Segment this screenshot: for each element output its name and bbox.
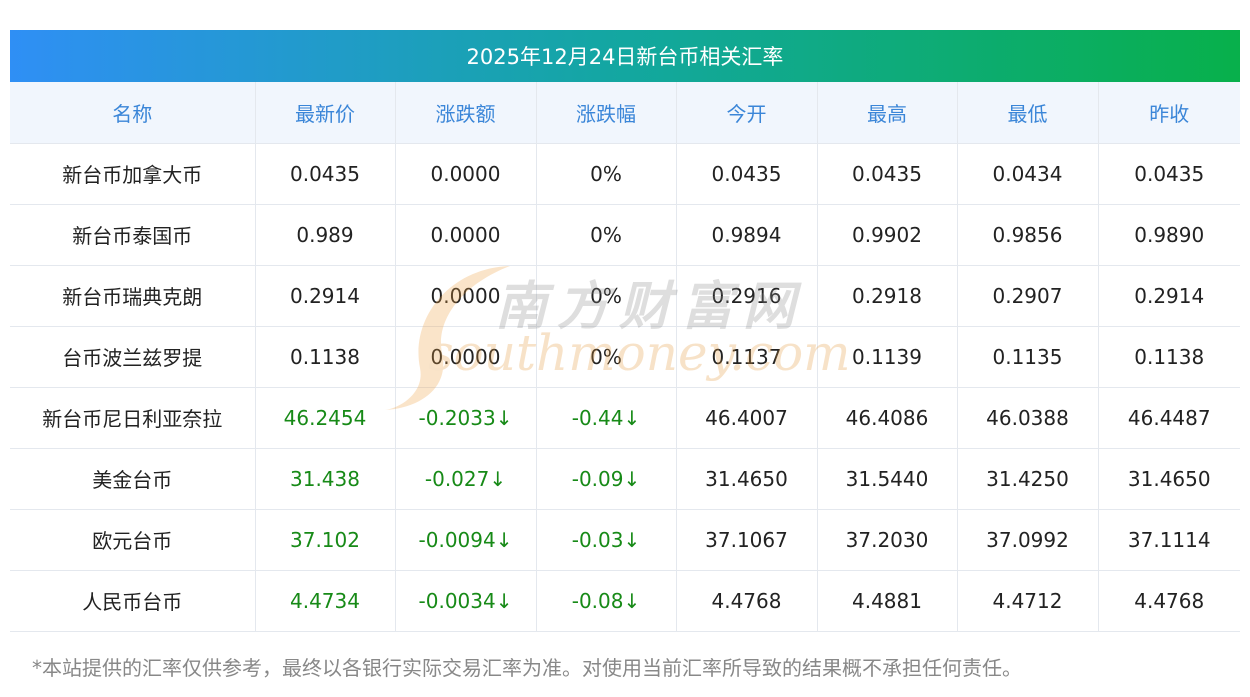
- cell-name: 新台币加拿大币: [10, 143, 255, 205]
- cell-name: 美金台币: [10, 448, 255, 510]
- cell-open: 0.9894: [675, 204, 817, 266]
- header-change-pct: 涨跌幅: [535, 82, 676, 144]
- cell-high: 31.5440: [816, 448, 957, 510]
- header-row: 名称 最新价 涨跌额 涨跌幅 今开 最高 最低 昨收: [10, 82, 1240, 144]
- header-prev-close: 昨收: [1097, 82, 1240, 144]
- cell-pct: 0%: [535, 143, 676, 205]
- table-row: 新台币尼日利亚奈拉 46.2454 -0.2033↓ -0.44↓ 46.4007 46.…: [10, 387, 1240, 449]
- cell-latest: 0.1138: [254, 326, 395, 388]
- table-row: 新台币瑞典克朗 0.2914 0.0000 0% 0.2916 0.2918 0.2907 0…: [10, 265, 1240, 327]
- header-low: 最低: [956, 82, 1098, 144]
- cell-name: 台币波兰兹罗提: [10, 326, 255, 388]
- table-row: 人民币台币 4.4734 -0.0034↓ -0.08↓ 4.4768 4.4881 4.4…: [10, 570, 1240, 632]
- cell-name: 人民币台币: [10, 570, 255, 632]
- cell-change: -0.0094↓: [394, 509, 536, 571]
- cell-name: 新台币尼日利亚奈拉: [10, 387, 255, 449]
- cell-high: 0.2918: [816, 265, 957, 327]
- cell-prev: 0.0435: [1097, 143, 1240, 205]
- cell-low: 37.0992: [956, 509, 1098, 571]
- cell-pct: 0%: [535, 326, 676, 388]
- cell-open: 0.1137: [675, 326, 817, 388]
- cell-low: 46.0388: [956, 387, 1098, 449]
- cell-change: 0.0000: [394, 143, 536, 205]
- cell-latest: 0.0435: [254, 143, 395, 205]
- cell-high: 46.4086: [816, 387, 957, 449]
- cell-change: -0.027↓: [394, 448, 536, 510]
- cell-change: -0.0034↓: [394, 570, 536, 632]
- cell-latest: 0.989: [254, 204, 395, 266]
- cell-latest: 37.102: [254, 509, 395, 571]
- cell-prev: 31.4650: [1097, 448, 1240, 510]
- cell-high: 4.4881: [816, 570, 957, 632]
- header-open: 今开: [675, 82, 817, 144]
- cell-prev: 4.4768: [1097, 570, 1240, 632]
- table-row: 台币波兰兹罗提 0.1138 0.0000 0% 0.1137 0.1139 0.1135 0…: [10, 326, 1240, 388]
- table-row: 欧元台币 37.102 -0.0094↓ -0.03↓ 37.1067 37.2030 37…: [10, 509, 1240, 571]
- cell-high: 0.9902: [816, 204, 957, 266]
- cell-name: 新台币泰国币: [10, 204, 255, 266]
- cell-open: 46.4007: [675, 387, 817, 449]
- cell-open: 0.0435: [675, 143, 817, 205]
- cell-low: 31.4250: [956, 448, 1098, 510]
- cell-low: 0.1135: [956, 326, 1098, 388]
- table-row: 新台币泰国币 0.989 0.0000 0% 0.9894 0.9902 0.9856 0.9…: [10, 204, 1240, 266]
- cell-high: 0.0435: [816, 143, 957, 205]
- cell-prev: 46.4487: [1097, 387, 1240, 449]
- cell-change: 0.0000: [394, 204, 536, 266]
- cell-prev: 37.1114: [1097, 509, 1240, 571]
- cell-pct: 0%: [535, 204, 676, 266]
- cell-change: 0.0000: [394, 326, 536, 388]
- cell-prev: 0.9890: [1097, 204, 1240, 266]
- header-high: 最高: [816, 82, 957, 144]
- table-row: 新台币加拿大币 0.0435 0.0000 0% 0.0435 0.0435 0.0434 0…: [10, 143, 1240, 205]
- exchange-rate-table: 名称 最新价 涨跌额 涨跌幅 今开 最高 最低 昨收 新台币加拿大币 0.0435…: [10, 82, 1240, 632]
- cell-open: 37.1067: [675, 509, 817, 571]
- cell-low: 0.9856: [956, 204, 1098, 266]
- table-row: 美金台币 31.438 -0.027↓ -0.09↓ 31.4650 31.5440 31.…: [10, 448, 1240, 510]
- cell-low: 0.0434: [956, 143, 1098, 205]
- cell-low: 0.2907: [956, 265, 1098, 327]
- cell-pct: -0.08↓: [535, 570, 676, 632]
- cell-pct: -0.09↓: [535, 448, 676, 510]
- cell-pct: -0.44↓: [535, 387, 676, 449]
- cell-pct: 0%: [535, 265, 676, 327]
- cell-high: 0.1139: [816, 326, 957, 388]
- header-name: 名称: [10, 82, 255, 144]
- table-title: 2025年12月24日新台币相关汇率: [10, 30, 1240, 82]
- cell-latest: 46.2454: [254, 387, 395, 449]
- cell-latest: 0.2914: [254, 265, 395, 327]
- cell-change: 0.0000: [394, 265, 536, 327]
- header-latest: 最新价: [254, 82, 395, 144]
- cell-latest: 4.4734: [254, 570, 395, 632]
- cell-open: 4.4768: [675, 570, 817, 632]
- cell-prev: 0.2914: [1097, 265, 1240, 327]
- header-change: 涨跌额: [394, 82, 536, 144]
- cell-latest: 31.438: [254, 448, 395, 510]
- cell-pct: -0.03↓: [535, 509, 676, 571]
- cell-change: -0.2033↓: [394, 387, 536, 449]
- disclaimer-note: *本站提供的汇率仅供参考，最终以各银行实际交易汇率为准。对使用当前汇率所导致的结…: [32, 656, 1022, 680]
- cell-low: 4.4712: [956, 570, 1098, 632]
- cell-name: 新台币瑞典克朗: [10, 265, 255, 327]
- rate-table-container: 2025年12月24日新台币相关汇率 名称 最新价 涨跌额 涨跌幅 今开 最高 …: [10, 30, 1240, 632]
- cell-open: 0.2916: [675, 265, 817, 327]
- cell-high: 37.2030: [816, 509, 957, 571]
- cell-open: 31.4650: [675, 448, 817, 510]
- cell-prev: 0.1138: [1097, 326, 1240, 388]
- cell-name: 欧元台币: [10, 509, 255, 571]
